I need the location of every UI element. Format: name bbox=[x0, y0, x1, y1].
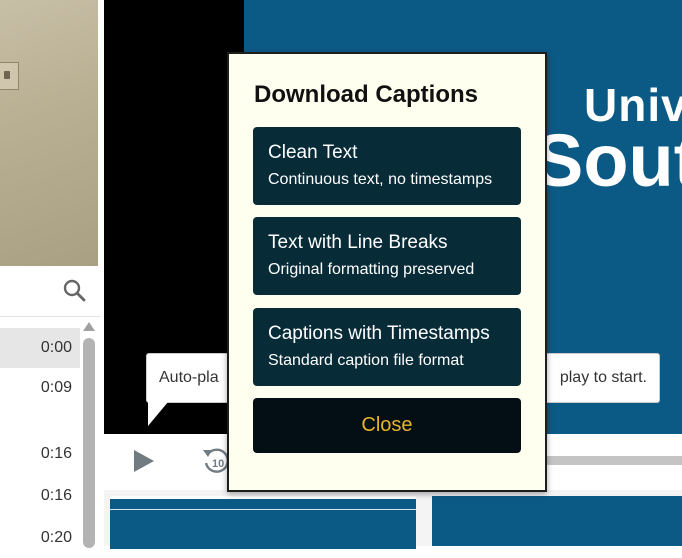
timestamp-row[interactable]: 0:09 bbox=[0, 368, 80, 408]
thumbnail-divider bbox=[110, 509, 416, 510]
timestamp-row[interactable]: 0:20 bbox=[0, 518, 80, 558]
transcript-timestamps: 0:00 0:09 0:16 0:16 0:20 bbox=[0, 326, 80, 546]
option-title: Text with Line Breaks bbox=[268, 232, 448, 253]
option-subtitle: Standard caption file format bbox=[268, 352, 464, 369]
autoplay-tooltip-text: Auto-pla bbox=[159, 369, 219, 386]
clean-text-option[interactable]: Clean Text Continuous text, no timestamp… bbox=[253, 127, 521, 205]
transcript-scrollbar[interactable] bbox=[80, 320, 98, 548]
play-icon[interactable] bbox=[128, 446, 158, 476]
option-title: Captions with Timestamps bbox=[268, 323, 490, 344]
option-subtitle: Original formatting preserved bbox=[268, 261, 475, 278]
timestamp-row[interactable]: 0:00 bbox=[0, 328, 80, 368]
video-thumbnail[interactable] bbox=[432, 496, 682, 546]
camera-thumbnail[interactable] bbox=[0, 0, 98, 266]
close-button-label: Close bbox=[361, 414, 413, 436]
timestamps-option[interactable]: Captions with Timestamps Standard captio… bbox=[253, 308, 521, 386]
download-captions-dialog: Download Captions Clean Text Continuous … bbox=[227, 52, 547, 492]
progress-bar[interactable] bbox=[544, 456, 682, 465]
tooltip-pointer bbox=[148, 402, 168, 426]
search-icon[interactable] bbox=[62, 278, 86, 302]
option-subtitle: Continuous text, no timestamps bbox=[268, 171, 493, 188]
transcript-search-bar bbox=[0, 266, 100, 317]
slide-heading-line2: Sout bbox=[534, 119, 682, 202]
video-thumbnail[interactable] bbox=[110, 496, 416, 549]
timestamp-row[interactable]: 0:16 bbox=[0, 434, 80, 474]
dialog-title: Download Captions bbox=[254, 81, 478, 108]
option-title: Clean Text bbox=[268, 142, 358, 163]
line-breaks-option[interactable]: Text with Line Breaks Original formattin… bbox=[253, 217, 521, 295]
close-button[interactable]: Close bbox=[253, 398, 521, 453]
timestamp-row[interactable]: 0:16 bbox=[0, 476, 80, 516]
left-panel: 0:00 0:09 0:16 0:16 0:20 bbox=[0, 0, 100, 548]
wall-outlet-image bbox=[0, 62, 19, 90]
rewind-seconds-label: 10 bbox=[212, 458, 224, 470]
scroll-up-icon[interactable] bbox=[83, 322, 95, 331]
scrollbar-thumb[interactable] bbox=[83, 338, 95, 548]
thumbnail-strip bbox=[104, 490, 682, 549]
autoplay-tooltip-text-right: play to start. bbox=[559, 369, 647, 386]
